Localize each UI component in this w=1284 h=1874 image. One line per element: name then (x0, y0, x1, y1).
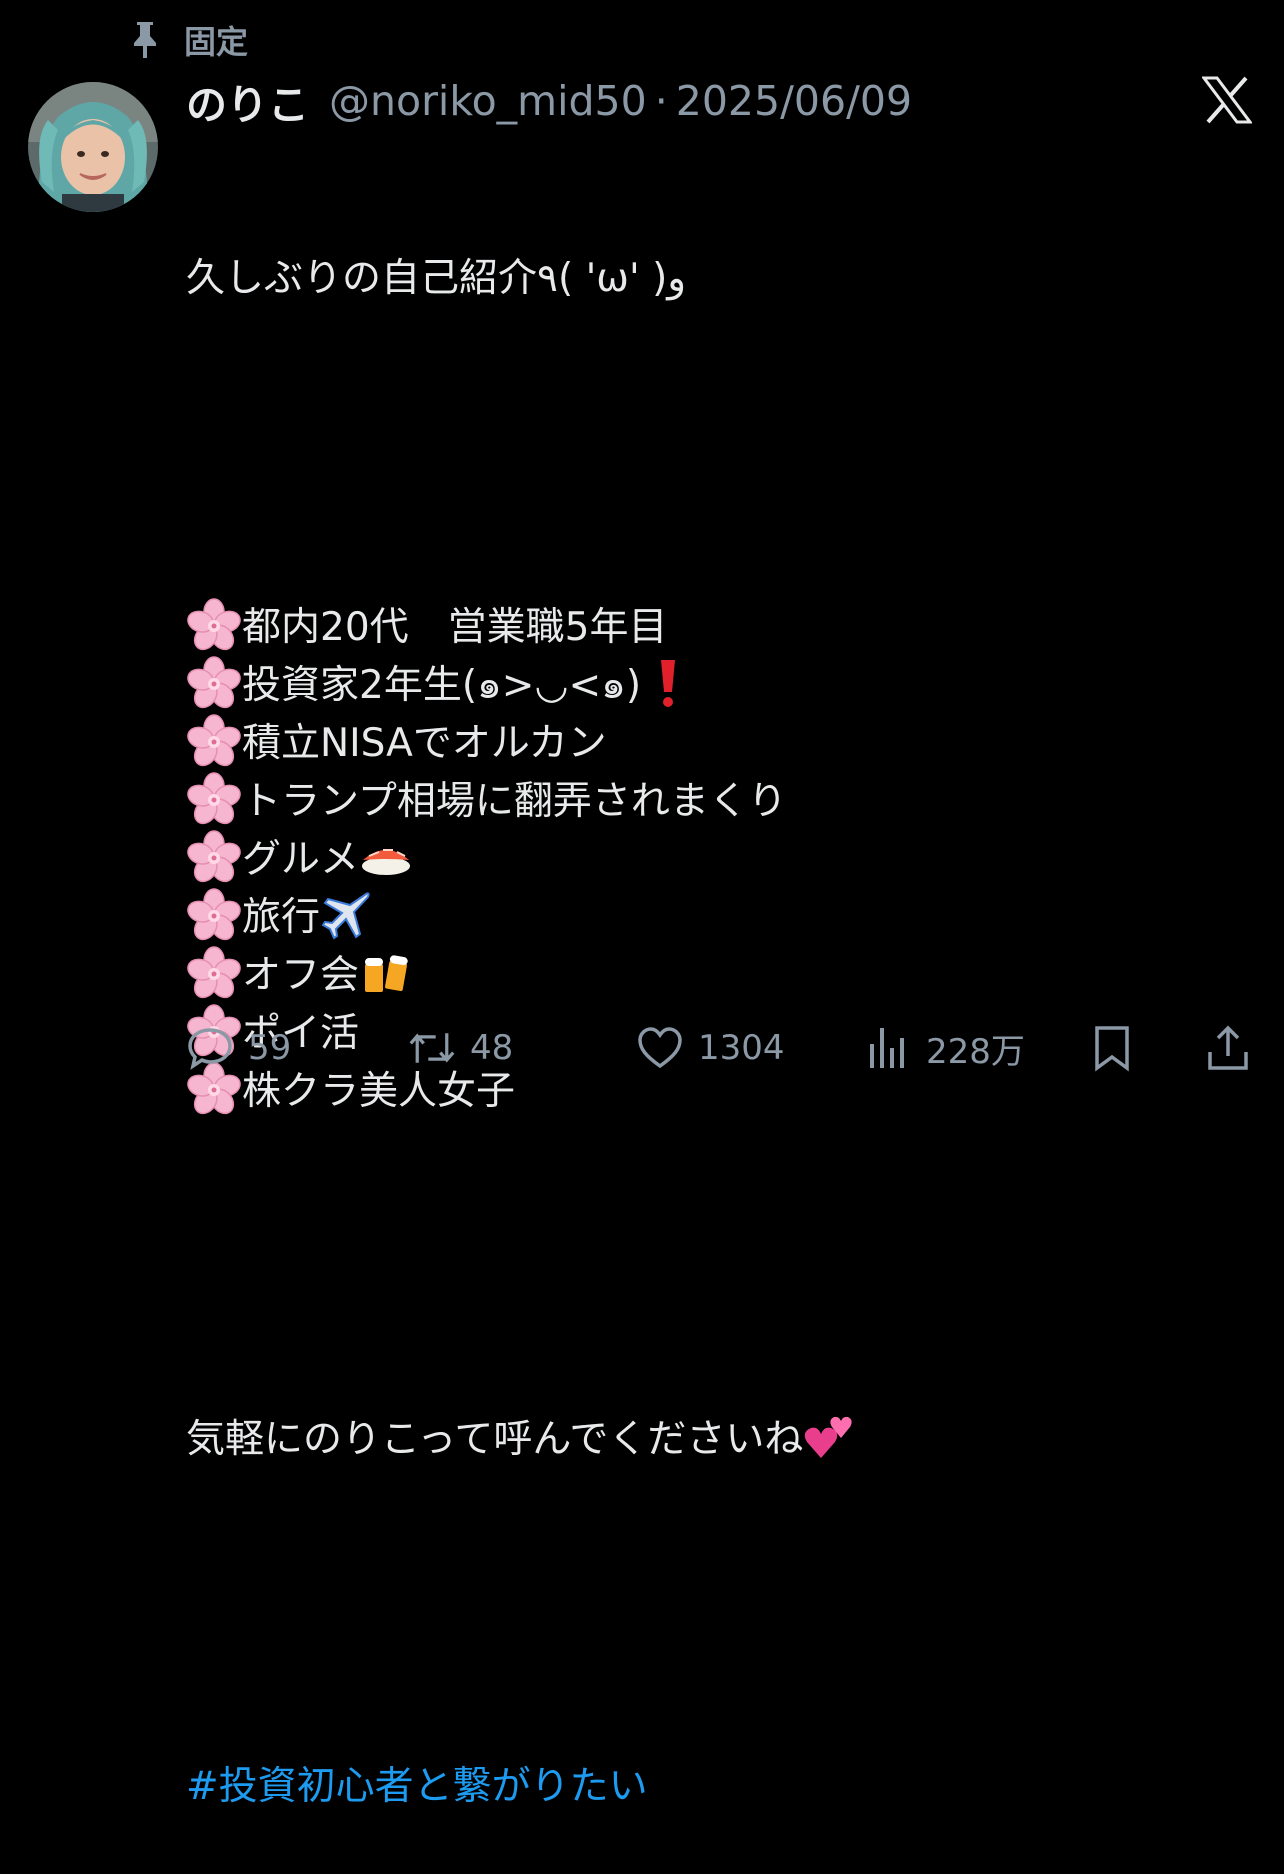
cherry-blossom-icon (187, 830, 241, 883)
cherry-blossom-icon (187, 772, 241, 825)
cherry-blossom-icon (187, 946, 241, 999)
list-item-text: グルメ (242, 837, 360, 882)
action-bar: 59 48 1304 228万 (186, 1020, 1256, 1076)
retweet-icon (409, 1033, 455, 1063)
list-item-text: 旅行 (242, 895, 321, 940)
beer-mugs-icon (365, 955, 408, 992)
bookmark-icon (1095, 1026, 1129, 1072)
sushi-icon (362, 849, 411, 875)
share-icon (1208, 1025, 1248, 1070)
list-item: 投資家2年生(๑>◡<๑) (186, 656, 857, 714)
reply-count: 59 (248, 1028, 292, 1068)
x-logo-icon (1202, 76, 1252, 124)
cherry-blossom-icon (187, 598, 241, 651)
retweet-count: 48 (470, 1028, 514, 1068)
tweet-body: 久しぶりの自己紹介٩( 'ω' )و 都内20代 営業職5年目 投資家2年生(๑>… (186, 134, 857, 1874)
pin-icon (134, 22, 156, 58)
reply-button[interactable]: 59 (186, 1020, 291, 1076)
list-item: トランプ相場に翻弄されまくり (186, 772, 857, 830)
list-item: 都内20代 営業職5年目 (186, 598, 857, 656)
list-item: 積立NISAでオルカン (186, 714, 857, 772)
bookmark-button[interactable] (1088, 1020, 1136, 1076)
views-count: 228万 (926, 1031, 1025, 1072)
airplane-icon (321, 892, 370, 940)
cherry-blossom-icon (187, 714, 241, 767)
list-item: オフ会 (186, 946, 857, 1004)
meta-separator: · (654, 77, 668, 125)
two-hearts-icon (805, 1416, 852, 1458)
list-item: 旅行 (186, 888, 857, 946)
cherry-blossom-icon (187, 888, 241, 941)
tweet-intro: 久しぶりの自己紹介٩( 'ω' )و (186, 256, 687, 301)
heart-icon (638, 1027, 682, 1069)
hashtag-link[interactable]: #投資初心者と繋がりたい (186, 1758, 857, 1816)
list-item-text: オフ会 (242, 953, 360, 998)
pinned-label: 固定 (184, 23, 249, 61)
list-item-text: 投資家2年生(๑>◡<๑) (242, 663, 642, 708)
retweet-button[interactable]: 48 (408, 1020, 513, 1076)
cherry-blossom-icon (187, 656, 241, 709)
author-handle[interactable]: @noriko_mid50 (329, 77, 647, 125)
list-item-text: 都内20代 営業職5年目 (242, 605, 668, 650)
tweet-date[interactable]: 2025/06/09 (676, 77, 912, 125)
like-count: 1304 (698, 1028, 785, 1068)
reply-icon (188, 1028, 232, 1070)
avatar[interactable] (28, 82, 158, 212)
like-button[interactable]: 1304 (636, 1020, 785, 1076)
author-name[interactable]: のりこ (186, 71, 309, 131)
exclamation-icon (661, 660, 676, 707)
list-item-text: 積立NISAでオルカン (242, 721, 607, 766)
list-item-text: トランプ相場に翻弄されまくり (242, 779, 787, 824)
tweet-header: のりこ @noriko_mid50 · 2025/06/09 (186, 71, 912, 131)
tweet-outro-line: 気軽にのりこって呼んでくださいね (186, 1410, 857, 1468)
list-item: グルメ (186, 830, 857, 888)
views-button[interactable]: 228万 (864, 1020, 1025, 1076)
analytics-icon (870, 1028, 904, 1068)
pinned-indicator: 固定 (128, 18, 248, 62)
tweet-outro: 気軽にのりこって呼んでくださいね (186, 1417, 804, 1462)
share-button[interactable] (1204, 1020, 1252, 1076)
